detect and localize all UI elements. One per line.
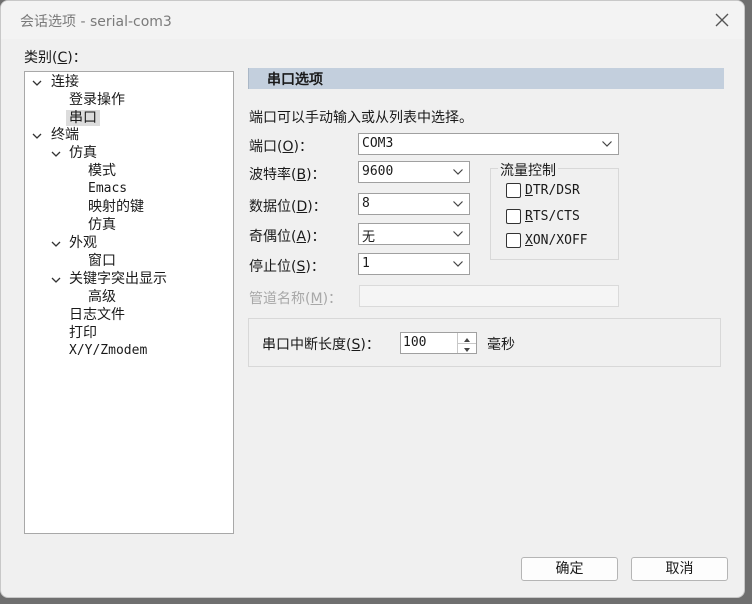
- tree-item-emulation[interactable]: 仿真: [69, 144, 97, 162]
- tree-item-serial-label: 串口: [66, 110, 100, 126]
- intro-text: 端口可以手动输入或从列表中选择。: [249, 110, 473, 126]
- spinner-buttons: [457, 333, 476, 353]
- chevron-down-icon[interactable]: [50, 148, 62, 160]
- chevron-down-icon: [453, 261, 463, 267]
- port-label: 端口(O)：: [249, 139, 313, 155]
- pipe-name-input: [359, 285, 619, 307]
- close-icon: [715, 13, 729, 27]
- tree-item-terminal[interactable]: 终端: [51, 126, 79, 144]
- chevron-down-icon[interactable]: [50, 238, 62, 250]
- tree-item-serial[interactable]: 串口: [66, 109, 100, 127]
- title-bar: 会话选项 - serial-com3: [1, 1, 744, 39]
- stop-bits-label: 停止位(S)：: [249, 259, 325, 275]
- flow-control-title: 流量控制: [498, 160, 558, 180]
- tree-item-keyword-highlight[interactable]: 关键字突出显示: [69, 270, 167, 288]
- window-title: 会话选项 - serial-com3: [20, 14, 172, 30]
- baud-combo[interactable]: 9600: [358, 161, 470, 183]
- break-length-label: 串口中断长度(S)：: [262, 337, 380, 353]
- dtr-dsr-checkbox[interactable]: [506, 183, 521, 198]
- baud-value: 9600: [362, 164, 394, 179]
- close-button[interactable]: [707, 7, 737, 33]
- parity-label: 奇偶位(A)：: [249, 229, 326, 245]
- parity-value: 无: [362, 230, 376, 245]
- chevron-down-icon[interactable]: [31, 77, 43, 89]
- tree-item-connection[interactable]: 连接: [51, 73, 79, 91]
- port-value: COM3: [362, 136, 394, 151]
- tree-item-printing[interactable]: 打印: [69, 324, 97, 342]
- tree-item-xyzmodem[interactable]: X/Y/Zmodem: [69, 342, 147, 360]
- ok-button[interactable]: 确定: [521, 557, 618, 581]
- chevron-down-icon: [453, 201, 463, 207]
- tree-item-login-actions[interactable]: 登录操作: [69, 91, 125, 109]
- category-tree[interactable]: 连接 登录操作 串口 终端 仿真 模式 Emacs 映射的键 仿真 外观 窗口 …: [24, 71, 234, 534]
- tree-item-appearance[interactable]: 外观: [69, 234, 97, 252]
- stop-bits-value: 1: [362, 256, 370, 271]
- baud-label: 波特率(B)：: [249, 167, 326, 183]
- tree-item-advanced[interactable]: 高级: [88, 288, 116, 306]
- caret-down-icon: [464, 348, 470, 352]
- tree-item-emacs[interactable]: Emacs: [88, 180, 127, 198]
- category-label: 类别(C)：: [24, 50, 87, 66]
- xon-xoff-label[interactable]: XON/XOFF: [525, 233, 588, 248]
- spinner-down-button[interactable]: [458, 343, 476, 353]
- data-bits-value: 8: [362, 196, 370, 211]
- tree-item-window[interactable]: 窗口: [88, 252, 116, 270]
- chevron-down-icon[interactable]: [31, 130, 43, 142]
- data-bits-label: 数据位(D)：: [249, 199, 327, 215]
- pipe-name-label: 管道名称(M)：: [249, 291, 343, 307]
- cancel-button[interactable]: 取消: [631, 557, 728, 581]
- chevron-down-icon: [602, 141, 612, 147]
- stop-bits-combo[interactable]: 1: [358, 253, 470, 275]
- break-length-spinner[interactable]: 100: [400, 332, 477, 354]
- tree-item-log-file[interactable]: 日志文件: [69, 306, 125, 324]
- section-header: 串口选项: [248, 68, 724, 89]
- chevron-down-icon[interactable]: [50, 274, 62, 286]
- chevron-down-icon: [453, 169, 463, 175]
- session-options-dialog: 会话选项 - serial-com3 类别(C)： 连接 登录操作 串口 终端 …: [0, 0, 745, 598]
- port-combo[interactable]: COM3: [358, 133, 619, 155]
- parity-combo[interactable]: 无: [358, 223, 470, 245]
- tree-item-emulation-sub[interactable]: 仿真: [88, 216, 116, 234]
- data-bits-combo[interactable]: 8: [358, 193, 470, 215]
- break-length-value: 100: [403, 335, 427, 350]
- break-length-unit: 毫秒: [487, 337, 515, 353]
- rts-cts-label[interactable]: RTS/CTS: [525, 209, 580, 224]
- tree-item-modes[interactable]: 模式: [88, 162, 116, 180]
- dtr-dsr-label[interactable]: DTR/DSR: [525, 183, 580, 198]
- tree-item-mapped-keys[interactable]: 映射的键: [88, 198, 144, 216]
- chevron-down-icon: [453, 231, 463, 237]
- xon-xoff-checkbox[interactable]: [506, 233, 521, 248]
- rts-cts-checkbox[interactable]: [506, 209, 521, 224]
